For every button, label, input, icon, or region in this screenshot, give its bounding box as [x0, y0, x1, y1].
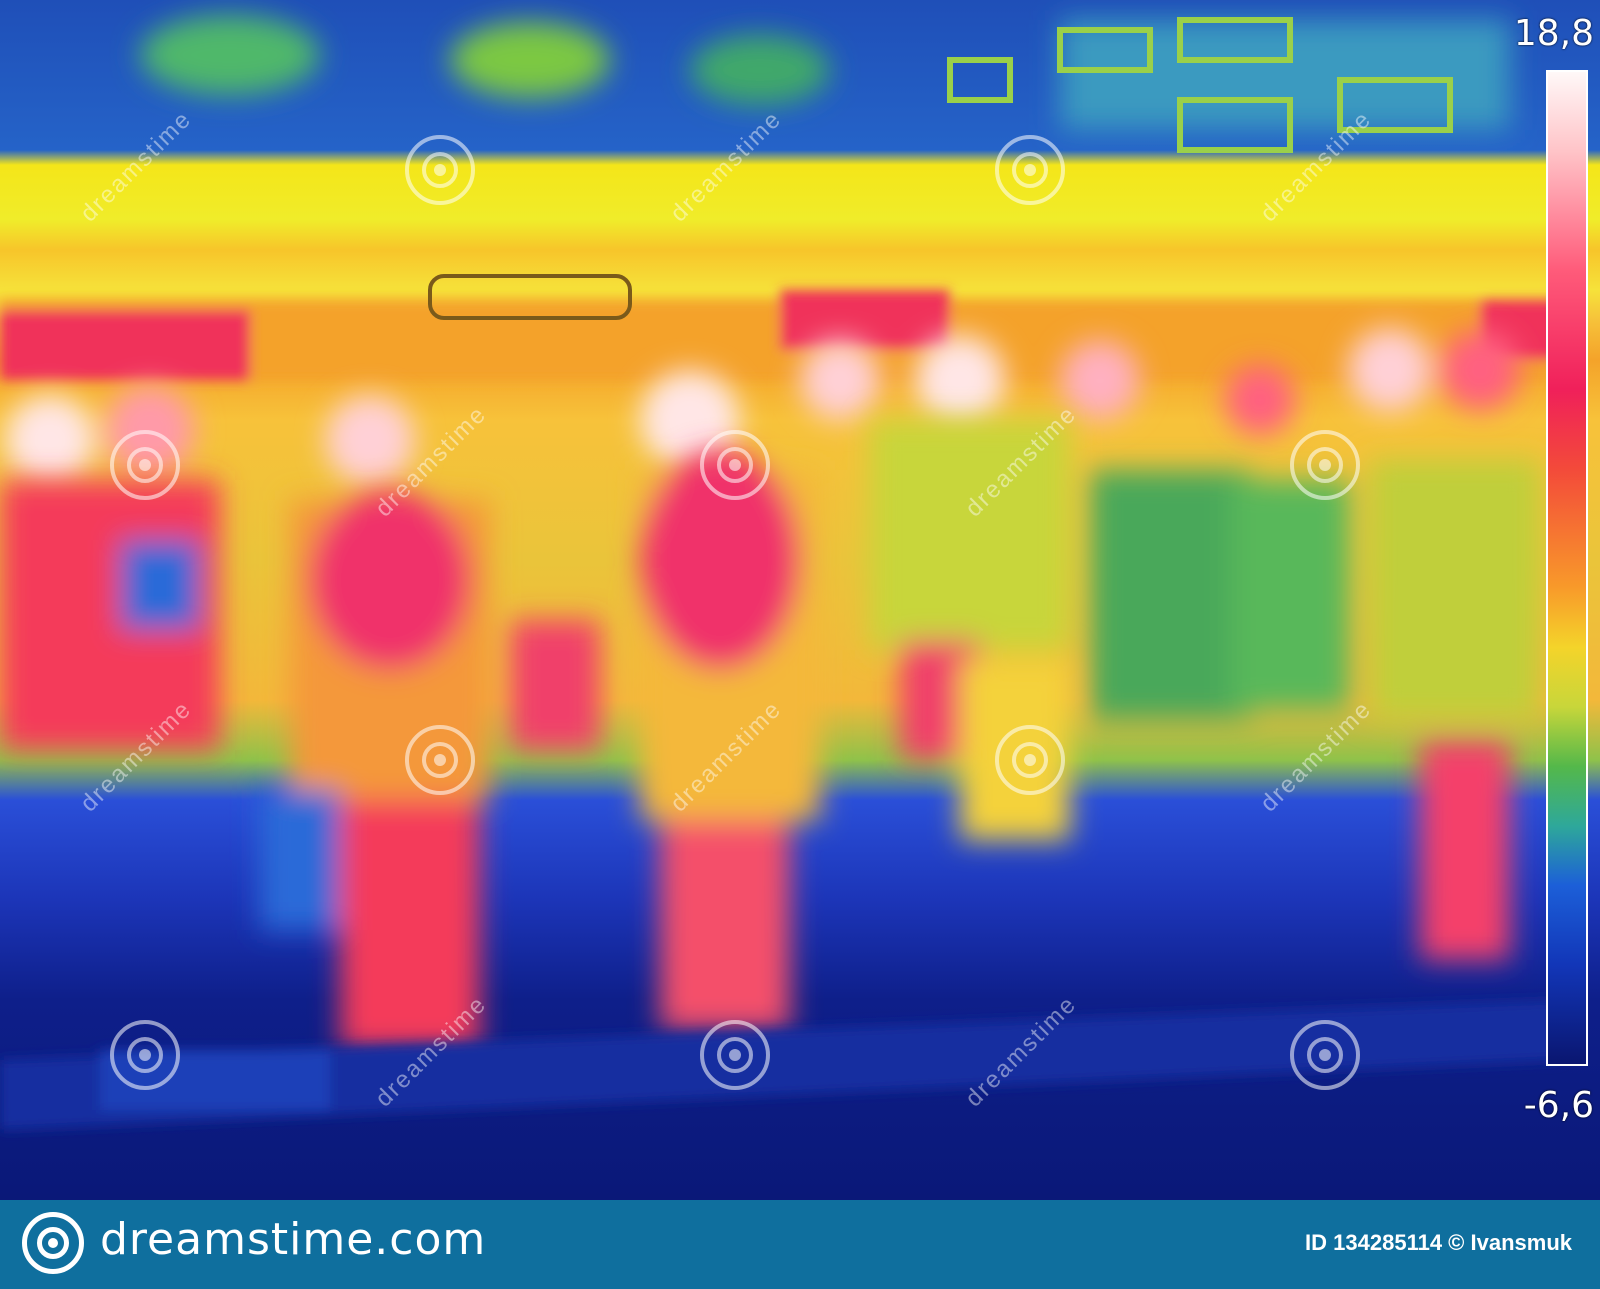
watermark-logo-icon	[700, 430, 770, 500]
footer-bar: dreamstime.com ID 134285114 © Ivansmuk	[0, 1200, 1600, 1289]
ceiling-lights	[140, 15, 1510, 130]
footer-site-name: dreamstime.com	[100, 1214, 487, 1265]
train-body	[0, 290, 1560, 380]
watermark-logo-icon	[405, 725, 475, 795]
temperature-min-label: -6,6	[1523, 1085, 1594, 1126]
watermark-logo-icon	[1290, 1020, 1360, 1090]
watermark-logo-icon	[1290, 430, 1360, 500]
footer-image-credit: ID 134285114 © Ivansmuk	[1305, 1230, 1572, 1255]
stock-photo-frame: dreamstime dreamstime dreamstime dreamst…	[0, 0, 1600, 1289]
temperature-color-scale	[1546, 70, 1588, 1066]
watermark-logo-icon	[110, 1020, 180, 1090]
watermark-logo-icon	[405, 135, 475, 205]
dreamstime-logo-icon	[22, 1212, 84, 1274]
watermark-logo-icon	[995, 725, 1065, 795]
watermark-logo-icon	[995, 135, 1065, 205]
thermal-image: dreamstime dreamstime dreamstime dreamst…	[0, 0, 1600, 1200]
temperature-max-label: 18,8	[1513, 13, 1594, 54]
thermal-scene	[0, 15, 1560, 1130]
watermark-logo-icon	[700, 1020, 770, 1090]
crowd-bodies	[0, 420, 1540, 1050]
watermark-logo-icon	[110, 430, 180, 500]
